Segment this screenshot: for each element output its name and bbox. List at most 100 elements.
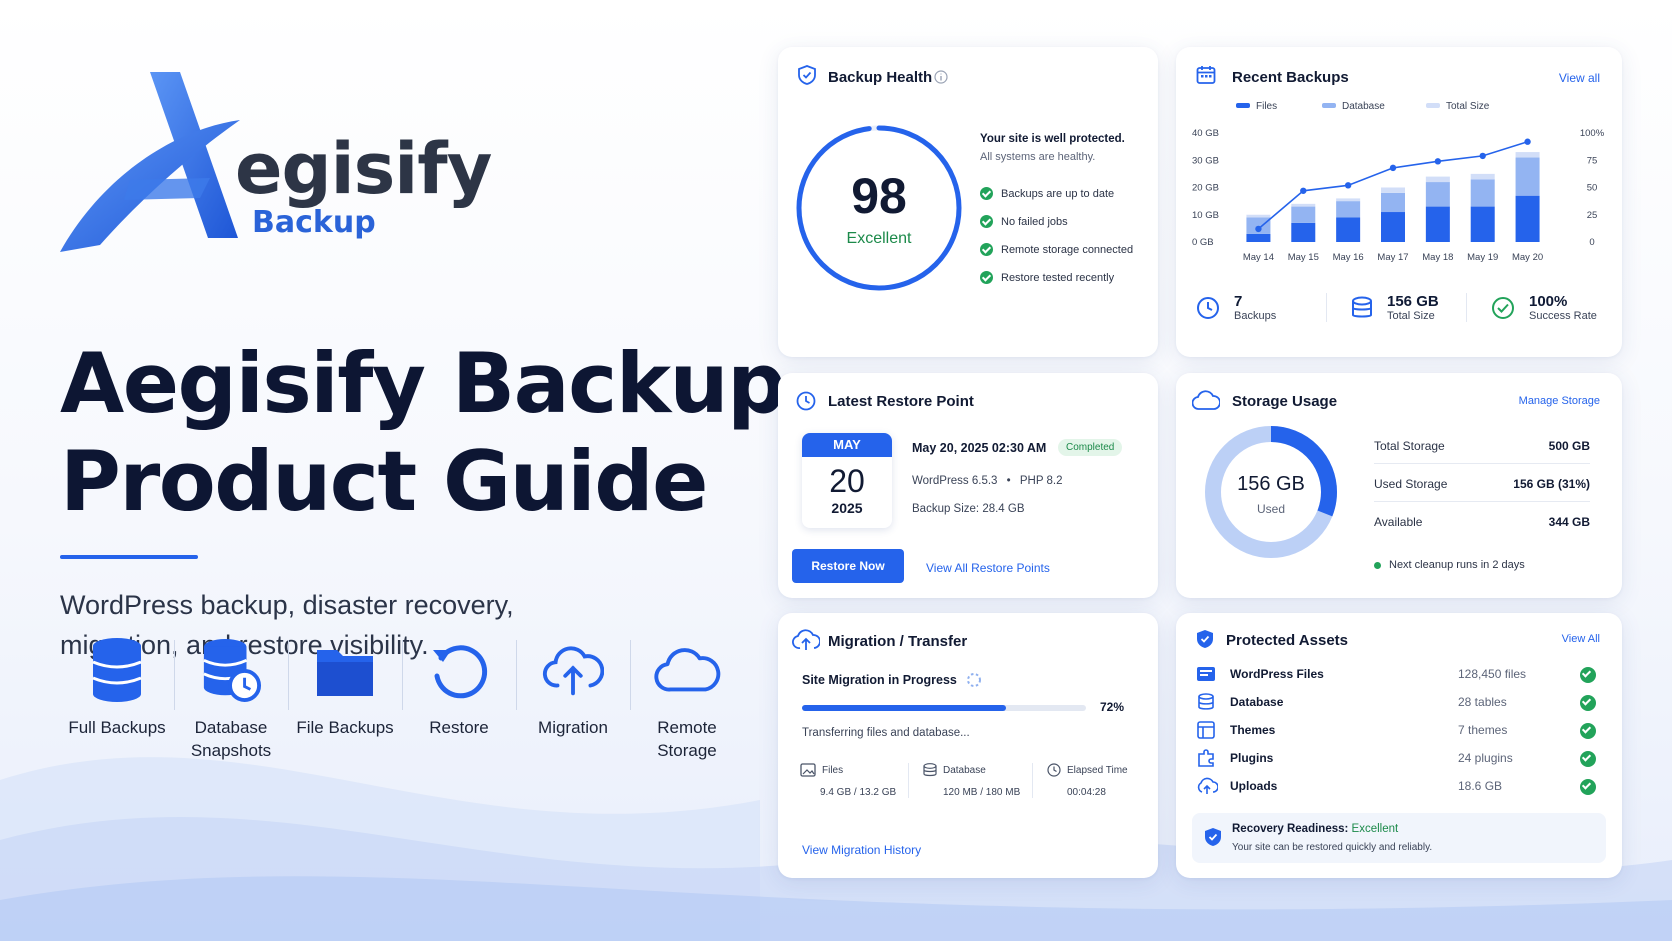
check-icon: [1580, 667, 1596, 683]
divider: [1374, 501, 1590, 502]
image-file-icon: [800, 763, 816, 777]
storage-row-used: Used Storage 156 GB (31%): [1374, 477, 1590, 491]
bar-segment: [1336, 198, 1361, 202]
calendar-month: MAY: [802, 433, 892, 457]
asset-row-wordpress-files: WordPress Files 128,450 files: [1196, 665, 1604, 685]
bar-segment: [1515, 152, 1540, 158]
view-restore-points-link[interactable]: View All Restore Points: [926, 561, 1050, 575]
themes-icon: [1197, 721, 1215, 739]
x-tick-label: May 20: [1512, 252, 1543, 263]
asset-row-uploads: Uploads 18.6 GB: [1196, 777, 1604, 797]
cloud-icon: [1192, 390, 1220, 410]
bar-segment: [1336, 201, 1361, 218]
bar-segment: [1381, 212, 1405, 242]
line-point: [1255, 225, 1262, 233]
card-title: Recent Backups: [1232, 69, 1349, 86]
view-all-assets-link[interactable]: View All: [1562, 633, 1600, 645]
legend-label: Database: [1342, 101, 1385, 112]
status-badge: Completed: [1058, 439, 1123, 456]
migration-card: Migration / Transfer Site Migration in P…: [778, 613, 1158, 878]
bar-segment: [1425, 206, 1450, 242]
cleanup-note: Next cleanup runs in 2 days: [1374, 559, 1525, 571]
feature-label: Restore: [429, 718, 489, 737]
uploads-icon: [1197, 777, 1218, 794]
legend-label: Files: [1256, 101, 1277, 112]
logo-mark-icon: [60, 72, 240, 252]
calendar-day: 20: [829, 463, 865, 499]
check-icon: [980, 243, 993, 256]
logo-wordmark: egisify: [235, 128, 492, 210]
database-icon: [1198, 693, 1214, 710]
recovery-readiness-panel: Recovery Readiness: Excellent Your site …: [1192, 813, 1606, 863]
shield-check-icon: [1197, 630, 1213, 648]
bar-segment: [1246, 214, 1271, 218]
headline-line-2: Product Guide: [60, 433, 708, 530]
legend-swatch: [1322, 103, 1336, 108]
bar-segment: [1246, 233, 1271, 242]
stat-success-rate: 100% Success Rate: [1466, 293, 1602, 322]
logo-subtitle: Backup: [252, 205, 376, 240]
bar-segment: [1291, 222, 1316, 242]
bar-segment: [1336, 217, 1361, 242]
card-title: Protected Assets: [1226, 632, 1348, 649]
restore-date-calendar: MAY 20 2025: [802, 433, 892, 528]
readiness-sub: Your site can be restored quickly and re…: [1232, 842, 1433, 853]
line-point: [1300, 187, 1307, 194]
check-icon: [980, 187, 993, 200]
backup-health-card: Backup Health 98 Excellent Your site is …: [778, 47, 1158, 357]
backup-stats: 7 Backups 156 GB Total Size 100% Success Ra…: [1196, 293, 1602, 322]
restore-datetime: May 20, 2025 02:30 AM: [912, 441, 1047, 455]
bar-segment: [1470, 206, 1495, 242]
feature-label: Full Backups: [68, 718, 166, 737]
shield-check-icon: [1205, 828, 1221, 846]
clock-icon: [1047, 763, 1061, 777]
database-clock-icon: [203, 639, 262, 702]
check-icon: [1580, 695, 1596, 711]
line-point: [1479, 152, 1486, 160]
status-dot: [1374, 561, 1381, 569]
bar-segment: [1381, 187, 1405, 193]
migration-progress-bar: [802, 705, 1086, 711]
health-status-sub: All systems are healthy.: [980, 151, 1096, 163]
restore-meta: WordPress 6.5.3 • PHP 8.2: [912, 475, 1063, 487]
card-title: Migration / Transfer: [828, 633, 968, 650]
info-icon[interactable]: [934, 70, 948, 84]
x-tick-label: May 16: [1333, 252, 1364, 263]
health-check-item: Backups are up to date: [980, 187, 1114, 200]
page-headline: Aegisify Backup Product Guide: [60, 335, 787, 531]
migration-progress-fill: [802, 705, 1007, 711]
y2-tick-label: 100%: [1580, 128, 1605, 139]
feature-label: Remote Storage: [657, 718, 717, 760]
y2-tick-label: 50: [1587, 183, 1598, 194]
clock-icon: [796, 391, 816, 411]
calendar-year: 2025: [831, 500, 863, 516]
line-point: [1344, 182, 1352, 189]
view-all-backups-link[interactable]: View all: [1559, 71, 1600, 85]
migration-stat-database: Database 120 MB / 180 MB: [908, 763, 1032, 798]
cloud-icon: [654, 648, 721, 692]
health-check-item: Restore tested recently: [980, 271, 1114, 284]
bar-segment: [1291, 206, 1316, 223]
spinner-icon: [967, 673, 981, 687]
restore-size: Backup Size: 28.4 GB: [912, 503, 1025, 515]
line-point: [1524, 138, 1531, 145]
y-tick-label: 40 GB: [1192, 128, 1219, 139]
cloud-upload-icon: [792, 629, 820, 650]
health-score: 98: [851, 168, 907, 224]
restore-now-button[interactable]: Restore Now: [792, 549, 904, 583]
storage-used-label: Used: [1256, 502, 1285, 516]
card-title: Backup Health: [828, 69, 933, 86]
legend-swatch: [1236, 103, 1250, 108]
readiness-line: Recovery Readiness: Excellent: [1232, 823, 1399, 835]
migration-detail: Transferring files and database...: [802, 727, 970, 739]
brand-logo: egisify Backup: [60, 60, 520, 260]
migration-history-link[interactable]: View Migration History: [802, 843, 921, 857]
restore-icon: [433, 645, 488, 699]
clock-icon: [1197, 296, 1219, 319]
manage-storage-link[interactable]: Manage Storage: [1519, 395, 1600, 407]
recent-backups-card: Recent Backups View all Files Database Tot…: [1176, 47, 1622, 357]
line-point: [1389, 164, 1397, 172]
migration-progress-value: 72%: [1100, 700, 1125, 714]
feature-migration: Migration: [516, 636, 630, 786]
bar-segment: [1381, 192, 1405, 213]
